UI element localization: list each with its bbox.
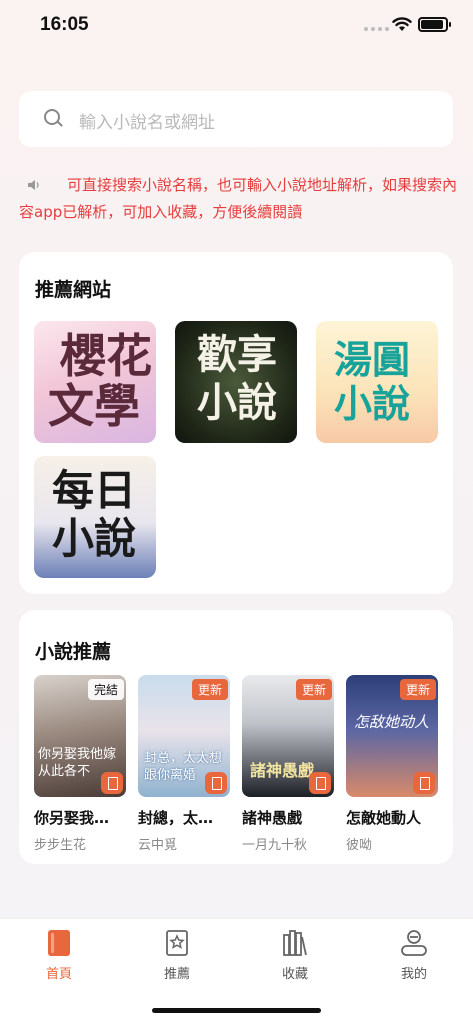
recommended-sites-card: 推薦網站 櫻花 文學 歡享 小說 湯圓 小說 每日 小說 [19, 252, 453, 594]
signal-icon [364, 27, 389, 31]
book-icon [309, 772, 331, 794]
search-input[interactable]: 輸入小說名或網址 [19, 91, 453, 147]
site-tile-meiri[interactable]: 每日 小說 [34, 456, 156, 578]
tab-favorites[interactable]: 收藏 [255, 929, 335, 982]
status-badge: 更新 [399, 679, 436, 700]
book-author: 一月九十秋 [242, 838, 308, 853]
status-badge: 更新 [295, 679, 332, 700]
book-title: 你另娶我… [34, 809, 110, 827]
status-bar: 16:05 [0, 0, 473, 52]
book-cover: 完結 你另娶我他嫁 从此各不 [34, 675, 126, 797]
book-card[interactable]: 更新 諸神愚戲 諸神愚戲 一月九十秋 [242, 675, 334, 853]
tab-recommend[interactable]: 推薦 [137, 929, 217, 982]
book-cover: 更新 諸神愚戲 [242, 675, 334, 797]
site-tile-label: 小說 [52, 514, 137, 563]
site-tile-label: 湯圓 [334, 338, 411, 382]
book-card[interactable]: 完結 你另娶我他嫁 从此各不 你另娶我… 步步生花 [34, 675, 126, 853]
site-tile-label: 歡享 [197, 331, 277, 378]
status-badge: 完結 [87, 679, 124, 700]
status-time: 16:05 [40, 14, 89, 35]
book-cover-text: 怎敌她动人 [354, 713, 430, 731]
book-icon [48, 930, 70, 956]
site-tile-huanxiang[interactable]: 歡享 小說 [175, 321, 297, 443]
wifi-icon [392, 17, 412, 31]
site-tile-sakura[interactable]: 櫻花 文學 [34, 321, 156, 443]
book-card[interactable]: 更新 怎敌她动人 怎敵她動人 彼呦 [346, 675, 438, 853]
book-author: 彼呦 [346, 838, 373, 853]
notice-text: 可直接搜索小說名稱，也可輸入小說地址解析，如果搜索內容app已解析，可加入收藏，… [19, 176, 458, 221]
tab-label: 首頁 [45, 967, 72, 982]
novel-recommend-card: 小說推薦 完結 你另娶我他嫁 从此各不 你另娶我… 步步生花 更新 封总，太太想… [19, 610, 453, 864]
home-indicator [152, 1008, 321, 1013]
book-card[interactable]: 更新 封总，太太想跟你离婚 封總，太… 云中覓 [138, 675, 230, 853]
site-tile-label: 小說 [197, 379, 277, 426]
book-icon [101, 772, 123, 794]
book-title: 封總，太… [138, 809, 214, 827]
battery-icon [418, 17, 451, 32]
book-title: 諸神愚戲 [242, 809, 303, 827]
search-icon [44, 109, 60, 125]
tab-profile[interactable]: 我的 [374, 929, 454, 982]
bookshelf-icon [283, 930, 307, 956]
book-cover: 更新 封总，太太想跟你离婚 [138, 675, 230, 797]
status-badge: 更新 [191, 679, 228, 700]
user-icon [401, 930, 427, 956]
tab-home[interactable]: 首頁 [19, 929, 99, 982]
speaker-icon [28, 180, 39, 190]
site-tile-tangyuan[interactable]: 湯圓 小說 [316, 321, 438, 443]
book-icon [413, 772, 435, 794]
recommended-sites-title: 推薦網站 [35, 279, 112, 301]
book-author: 步步生花 [34, 838, 87, 853]
notice-text-block: 可直接搜索小說名稱，也可輸入小說地址解析，如果搜索內容app已解析，可加入收藏，… [19, 172, 459, 226]
search-placeholder: 輸入小說名或網址 [79, 113, 215, 133]
site-tile-label: 櫻花 [60, 329, 152, 383]
tab-label: 推薦 [163, 967, 190, 982]
book-cover-text: 諸神愚戲 [250, 761, 315, 780]
book-title: 怎敵她動人 [346, 809, 422, 827]
novel-recommend-title: 小說推薦 [35, 641, 112, 663]
book-icon [205, 772, 227, 794]
book-cover: 更新 怎敌她动人 [346, 675, 438, 797]
tab-label: 我的 [400, 967, 427, 982]
site-tile-label: 文學 [48, 379, 140, 433]
site-tile-label: 小說 [334, 382, 411, 426]
star-bookmark-icon [166, 930, 188, 956]
book-author: 云中覓 [138, 838, 178, 853]
tab-label: 收藏 [281, 967, 308, 982]
site-tile-label: 每日 [52, 466, 137, 515]
